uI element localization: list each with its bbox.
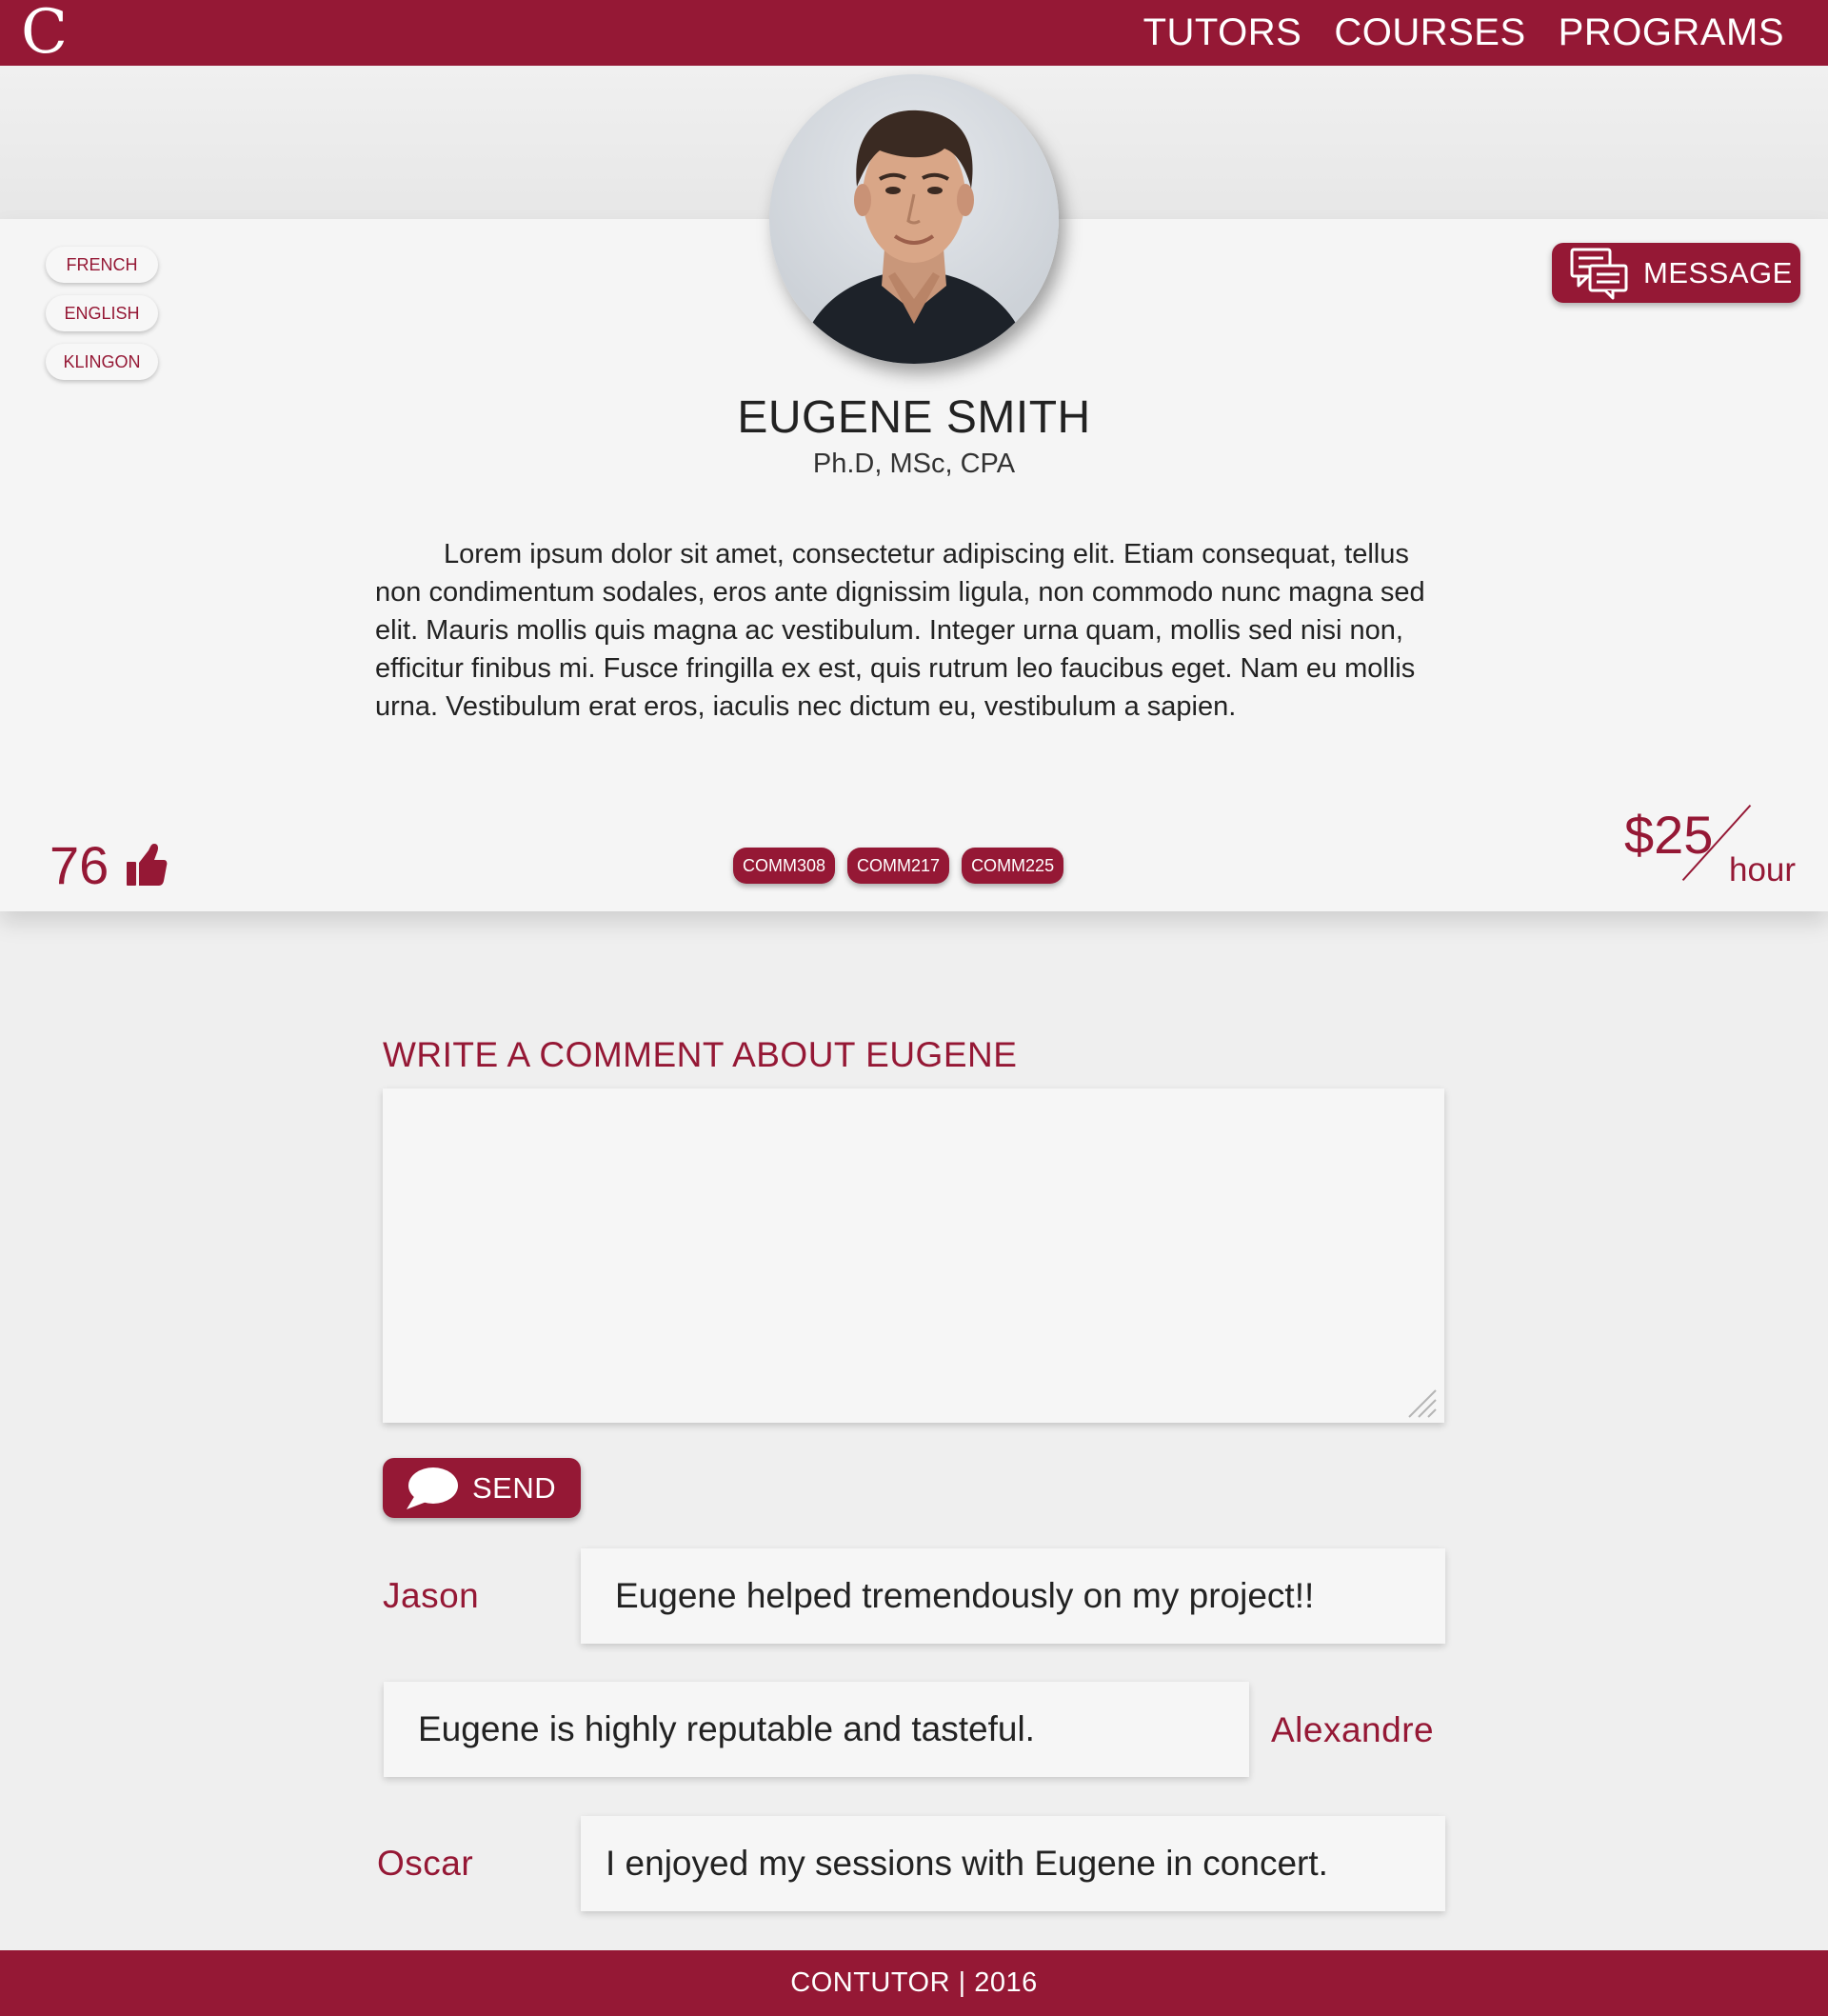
tutor-name: EUGENE SMITH bbox=[737, 392, 1091, 443]
course-chip-comm217[interactable]: COMM217 bbox=[847, 848, 950, 884]
footer: CONTUTOR | 2016 bbox=[0, 1950, 1828, 2016]
rate-unit: hour bbox=[1729, 851, 1797, 888]
language-chip-klingon[interactable]: KLINGON bbox=[46, 344, 158, 380]
hourly-rate: $25 hour bbox=[1619, 798, 1809, 893]
tutor-portrait-illustration bbox=[798, 110, 1030, 364]
comment-textarea[interactable] bbox=[383, 1088, 1444, 1423]
language-chip-english[interactable]: ENGLISH bbox=[46, 295, 158, 331]
message-button-label: MESSAGE bbox=[1643, 255, 1793, 289]
language-chip-french[interactable]: FRENCH bbox=[46, 247, 158, 283]
course-list: COMM308 COMM217 COMM225 bbox=[733, 848, 1064, 884]
comment-author[interactable]: Oscar bbox=[377, 1844, 473, 1884]
top-nav-bar: C TUTORS COURSES PROGRAMS bbox=[0, 0, 1828, 66]
nav-item-programs[interactable]: PROGRAMS bbox=[1559, 0, 1784, 66]
tutor-degrees: Ph.D, MSc, CPA bbox=[812, 449, 1016, 479]
rate-amount: $25 bbox=[1624, 805, 1714, 865]
course-chip-comm225[interactable]: COMM225 bbox=[962, 848, 1064, 884]
main-nav: TUTORS COURSES PROGRAMS bbox=[1143, 0, 1784, 66]
likes-count: 76 bbox=[50, 834, 109, 895]
comment-author[interactable]: Jason bbox=[383, 1576, 479, 1616]
message-button[interactable]: MESSAGE bbox=[1552, 243, 1800, 303]
course-chip-comm308[interactable]: COMM308 bbox=[733, 848, 836, 884]
send-button-label: SEND bbox=[472, 1470, 557, 1505]
likes-counter[interactable]: 76 bbox=[50, 832, 168, 897]
resize-handle-icon[interactable] bbox=[1405, 1387, 1438, 1419]
comment-text: I enjoyed my sessions with Eugene in con… bbox=[581, 1816, 1445, 1911]
nav-item-courses[interactable]: COURSES bbox=[1334, 0, 1525, 66]
language-list: FRENCH ENGLISH KLINGON bbox=[46, 247, 158, 392]
send-button[interactable]: SEND bbox=[383, 1458, 581, 1518]
site-logo[interactable]: C bbox=[21, 0, 68, 66]
speech-bubble-icon bbox=[407, 1467, 458, 1509]
tutor-avatar bbox=[769, 74, 1059, 364]
tutor-bio: Lorem ipsum dolor sit amet, consectetur … bbox=[375, 539, 1425, 722]
comment-text: Eugene helped tremendously on my project… bbox=[581, 1548, 1445, 1644]
comment-text: Eugene is highly reputable and tasteful. bbox=[384, 1682, 1249, 1777]
thumbs-up-icon[interactable] bbox=[126, 843, 168, 887]
chat-bubbles-icon bbox=[1570, 248, 1628, 299]
nav-item-tutors[interactable]: TUTORS bbox=[1143, 0, 1302, 66]
comment-heading: WRITE A COMMENT ABOUT EUGENE bbox=[383, 1035, 1018, 1074]
comment-author[interactable]: Alexandre bbox=[1271, 1710, 1434, 1750]
